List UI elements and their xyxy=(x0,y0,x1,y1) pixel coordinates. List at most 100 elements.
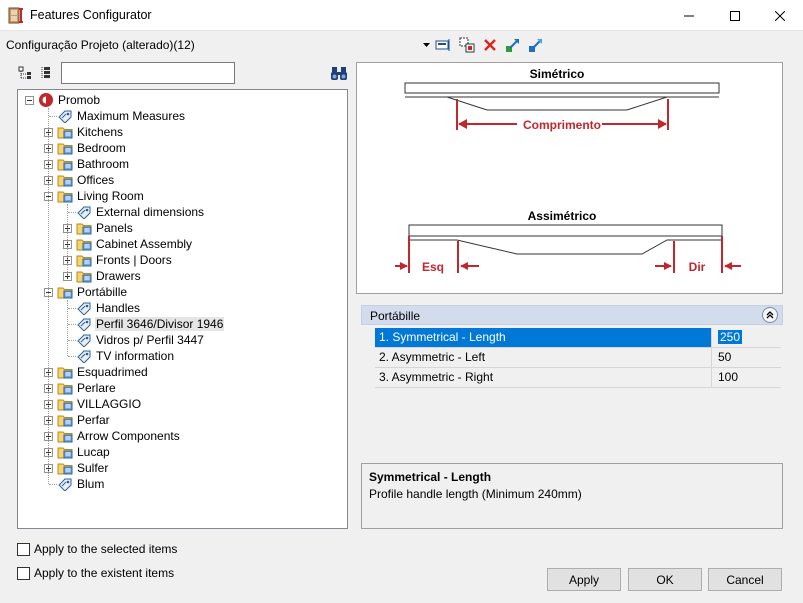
delete-icon xyxy=(484,39,496,51)
property-value-field[interactable]: 100 xyxy=(716,368,780,387)
tree-item-label: Promob xyxy=(58,93,101,107)
tree-item-root[interactable]: Promob xyxy=(25,92,101,108)
tree-guide-line xyxy=(68,308,76,309)
tree-item-label: Living Room xyxy=(77,189,144,203)
cancel-button[interactable]: Cancel xyxy=(708,568,782,591)
export-button[interactable] xyxy=(527,36,545,54)
tree-item-node[interactable]: Sulfer xyxy=(44,460,109,476)
right-label: Dir xyxy=(689,260,706,274)
property-value-field[interactable]: 250 xyxy=(716,328,780,347)
folder-icon xyxy=(57,125,73,139)
folder-icon xyxy=(57,285,73,299)
expand-all-icon xyxy=(18,66,31,79)
tree-guide-line xyxy=(68,340,76,341)
tree-item-label: Perfar xyxy=(77,413,110,427)
tree-item-node[interactable]: Perlare xyxy=(44,380,117,396)
tree-item-label: Lucap xyxy=(77,445,110,459)
configuration-dropdown[interactable] xyxy=(420,38,432,52)
tree-search-input[interactable] xyxy=(61,62,235,84)
tree-guide-line xyxy=(49,116,57,117)
copy-config-button[interactable] xyxy=(458,36,476,54)
folder-icon xyxy=(57,381,73,395)
sym-dimension-label: Comprimento xyxy=(523,118,601,132)
left-label: Esq xyxy=(422,260,444,274)
tree-guide-line xyxy=(48,108,49,484)
tree-item-label: Perfil 3646/Divisor 1946 xyxy=(95,317,225,331)
tree-item-node[interactable]: VILLAGGIO xyxy=(44,396,142,412)
tree-item-child[interactable]: TV information xyxy=(63,348,175,364)
promob-logo-icon xyxy=(38,92,54,108)
feature-tree[interactable]: Promob Maximum Measures Kitchens Bedroom Bat… xyxy=(17,89,348,529)
find-icon[interactable] xyxy=(330,64,348,82)
apply-existent-option[interactable]: Apply to the existent items xyxy=(17,566,174,580)
tree-item-node[interactable]: Bathroom xyxy=(44,156,130,172)
property-value-field[interactable]: 50 xyxy=(716,348,780,367)
tree-item-label: Kitchens xyxy=(77,125,124,139)
feature-tag-icon xyxy=(76,301,92,316)
tree-item-child[interactable]: Perfil 3646/Divisor 1946 xyxy=(63,316,225,332)
chevron-up-double-icon xyxy=(766,311,774,319)
expand-all-button[interactable] xyxy=(16,64,34,82)
tree-item-child[interactable]: Cabinet Assembly xyxy=(63,236,193,252)
delete-button[interactable] xyxy=(481,36,499,54)
tree-item-label: Esquadrimed xyxy=(77,365,148,379)
maximize-button[interactable] xyxy=(712,0,758,31)
apply-existent-checkbox[interactable] xyxy=(17,566,30,580)
apply-button[interactable]: Apply xyxy=(547,568,621,591)
tree-item-node[interactable]: Bedroom xyxy=(44,140,127,156)
import-icon xyxy=(506,39,519,52)
folder-icon xyxy=(76,269,92,283)
property-category[interactable]: Portábille xyxy=(361,305,783,325)
tree-item-node[interactable]: Perfar xyxy=(44,412,111,428)
property-value: 250 xyxy=(718,330,743,344)
tree-item-node[interactable]: Living Room xyxy=(44,188,145,204)
tree-guide-line xyxy=(67,204,68,276)
tree-item-node[interactable]: Portábille xyxy=(44,284,128,300)
apply-selected-checkbox[interactable] xyxy=(17,542,30,556)
tree-item-node[interactable]: Esquadrimed xyxy=(44,364,149,380)
apply-selected-option[interactable]: Apply to the selected items xyxy=(17,542,177,556)
tree-item-node[interactable]: Lucap xyxy=(44,444,111,460)
folder-icon xyxy=(57,413,73,427)
tree-item-node[interactable]: Maximum Measures xyxy=(44,108,186,124)
collapse-all-icon xyxy=(41,67,50,79)
tree-item-node[interactable]: Kitchens xyxy=(44,124,124,140)
tree-item-child[interactable]: External dimensions xyxy=(63,204,205,220)
tree-item-label: Vidros p/ Perfil 3447 xyxy=(96,333,204,347)
tree-item-node[interactable]: Offices xyxy=(44,172,115,188)
collapse-category-button[interactable] xyxy=(762,307,778,323)
tree-item-child[interactable]: Panels xyxy=(63,220,134,236)
folder-icon xyxy=(57,141,73,155)
collapse-icon[interactable] xyxy=(25,95,34,105)
window-title: Features Configurator xyxy=(30,8,152,22)
property-name: 2. Asymmetric - Left xyxy=(375,348,712,367)
tree-item-label: Arrow Components xyxy=(77,429,180,443)
property-row[interactable]: 2. Asymmetric - Left 50 xyxy=(375,348,781,368)
property-row[interactable]: 3. Asymmetric - Right 100 xyxy=(375,368,781,388)
chevron-down-icon xyxy=(422,43,430,47)
collapse-all-button[interactable] xyxy=(38,64,56,82)
ok-button[interactable]: OK xyxy=(628,568,702,591)
tree-item-child[interactable]: Drawers xyxy=(63,268,142,284)
close-button[interactable] xyxy=(757,0,803,31)
tree-guide-line xyxy=(49,484,57,485)
config-edit-button[interactable] xyxy=(434,36,452,54)
tree-item-label: Handles xyxy=(96,301,141,315)
tree-item-child[interactable]: Fronts | Doors xyxy=(63,252,173,268)
feature-tag-icon xyxy=(76,205,92,220)
tree-item-node[interactable]: Arrow Components xyxy=(44,428,181,444)
property-row[interactable]: 1. Symmetrical - Length 250 xyxy=(375,328,781,348)
tree-item-label: Bedroom xyxy=(77,141,126,155)
import-button[interactable] xyxy=(504,36,522,54)
feature-tag-icon xyxy=(57,477,73,492)
tree-item-label: Maximum Measures xyxy=(77,109,186,123)
apply-selected-label: Apply to the selected items xyxy=(34,542,178,556)
tree-guide-line xyxy=(68,212,76,213)
configuration-label[interactable]: Configuração Projeto (alterado)(12) xyxy=(6,38,195,52)
minimize-button[interactable] xyxy=(666,0,712,31)
category-label: Portábille xyxy=(370,309,421,323)
folder-icon xyxy=(76,221,92,235)
sym-profile-top xyxy=(404,82,720,94)
feature-tag-icon xyxy=(76,317,92,332)
tree-item-child[interactable]: Vidros p/ Perfil 3447 xyxy=(63,332,205,348)
